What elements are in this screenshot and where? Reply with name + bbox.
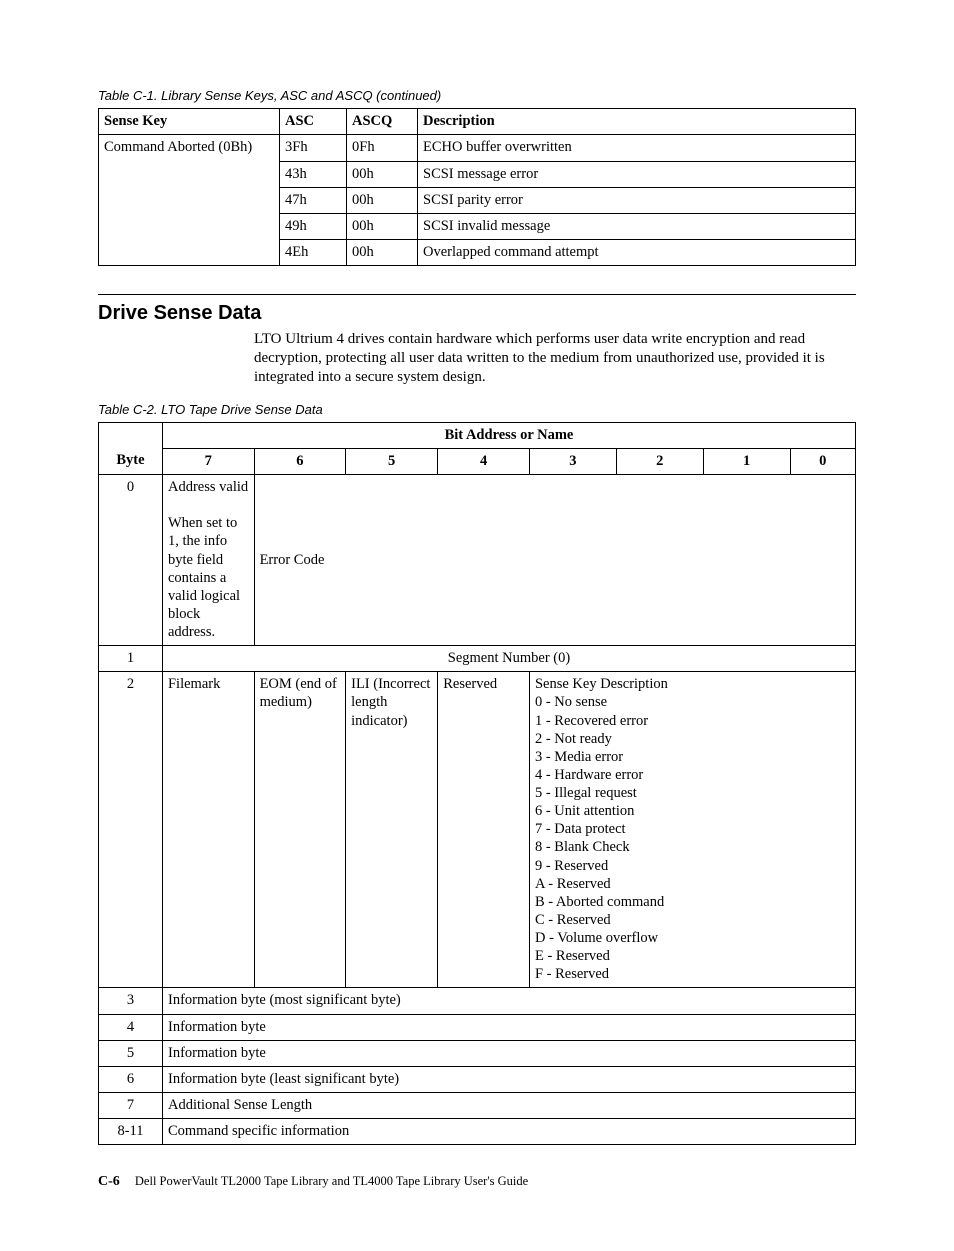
cell-byte: 5 bbox=[99, 1040, 163, 1066]
table1-caption: Table C-1. Library Sense Keys, ASC and A… bbox=[98, 88, 856, 104]
cell-byte: 4 bbox=[99, 1014, 163, 1040]
th-b7: 7 bbox=[162, 448, 254, 474]
cell-sense-key-group: Command Aborted (0Bh) bbox=[99, 135, 280, 266]
table-row: 0 Address valid When set to 1, the info … bbox=[99, 475, 856, 646]
cell-ascq: 00h bbox=[347, 213, 418, 239]
cell-byte: 7 bbox=[99, 1092, 163, 1118]
cell-span: Information byte bbox=[162, 1040, 855, 1066]
table-row: 6 Information byte (least significant by… bbox=[99, 1066, 856, 1092]
page-number: C-6 bbox=[98, 1174, 120, 1189]
table-row: 4 Information byte bbox=[99, 1014, 856, 1040]
page-footer: C-6 Dell PowerVault TL2000 Tape Library … bbox=[98, 1173, 856, 1191]
table-row: 7 Additional Sense Length bbox=[99, 1092, 856, 1118]
table-row: Command Aborted (0Bh) 3Fh 0Fh ECHO buffe… bbox=[99, 135, 856, 161]
cell-filemark: Filemark bbox=[162, 672, 254, 988]
table1: Sense Key ASC ASCQ Description Command A… bbox=[98, 108, 856, 266]
th-b4: 4 bbox=[438, 448, 530, 474]
th-b3: 3 bbox=[529, 448, 616, 474]
th-ascq: ASCQ bbox=[347, 109, 418, 135]
table2-caption: Table C-2. LTO Tape Drive Sense Data bbox=[98, 402, 856, 418]
cell-span: Information byte (least significant byte… bbox=[162, 1066, 855, 1092]
cell-span: Information byte (most significant byte) bbox=[162, 988, 855, 1014]
th-b2: 2 bbox=[616, 448, 703, 474]
cell-byte: 2 bbox=[99, 672, 163, 988]
cell-desc: ECHO buffer overwritten bbox=[418, 135, 856, 161]
th-b5: 5 bbox=[346, 448, 438, 474]
section-paragraph: LTO Ultrium 4 drives contain hardware wh… bbox=[254, 330, 856, 388]
th-sense-key: Sense Key bbox=[99, 109, 280, 135]
th-byte: Byte bbox=[99, 448, 163, 474]
cell-byte: 3 bbox=[99, 988, 163, 1014]
th-b1: 1 bbox=[703, 448, 790, 474]
cell-ascq: 00h bbox=[347, 161, 418, 187]
cell-span: Information byte bbox=[162, 1014, 855, 1040]
cell-span: Additional Sense Length bbox=[162, 1092, 855, 1118]
cell-asc: 4Eh bbox=[280, 239, 347, 265]
cell-segment-number: Segment Number (0) bbox=[162, 646, 855, 672]
table1-header-row: Sense Key ASC ASCQ Description bbox=[99, 109, 856, 135]
cell-sense-key-desc: Sense Key Description 0 - No sense 1 - R… bbox=[529, 672, 855, 988]
table2-header-bits: Byte 7 6 5 4 3 2 1 0 bbox=[99, 448, 856, 474]
th-asc: ASC bbox=[280, 109, 347, 135]
cell-asc: 3Fh bbox=[280, 135, 347, 161]
cell-asc: 49h bbox=[280, 213, 347, 239]
cell-asc: 47h bbox=[280, 187, 347, 213]
cell-ascq: 0Fh bbox=[347, 135, 418, 161]
cell-byte: 0 bbox=[99, 475, 163, 646]
cell-byte: 1 bbox=[99, 646, 163, 672]
cell-reserved: Reserved bbox=[438, 672, 530, 988]
cell-ascq: 00h bbox=[347, 239, 418, 265]
cell-eom: EOM (end of medium) bbox=[254, 672, 346, 988]
table-row: 8-11 Command specific information bbox=[99, 1119, 856, 1145]
table2: Bit Address or Name Byte 7 6 5 4 3 2 1 0… bbox=[98, 422, 856, 1145]
cell-ili: ILI (Incorrect length indicator) bbox=[346, 672, 438, 988]
cell-desc: SCSI parity error bbox=[418, 187, 856, 213]
table-row: 1 Segment Number (0) bbox=[99, 646, 856, 672]
cell-desc: SCSI invalid message bbox=[418, 213, 856, 239]
cell-desc: Overlapped command attempt bbox=[418, 239, 856, 265]
th-desc: Description bbox=[418, 109, 856, 135]
cell-bit7: Address valid When set to 1, the info by… bbox=[162, 475, 254, 646]
cell-asc: 43h bbox=[280, 161, 347, 187]
table2-header-top: Bit Address or Name bbox=[99, 422, 856, 448]
cell-desc: SCSI message error bbox=[418, 161, 856, 187]
table-row: 3 Information byte (most significant byt… bbox=[99, 988, 856, 1014]
th-bit-address: Bit Address or Name bbox=[162, 422, 855, 448]
cell-ascq: 00h bbox=[347, 187, 418, 213]
footer-title: Dell PowerVault TL2000 Tape Library and … bbox=[135, 1174, 528, 1188]
cell-byte: 8-11 bbox=[99, 1119, 163, 1145]
table-row: 5 Information byte bbox=[99, 1040, 856, 1066]
cell-span: Command specific information bbox=[162, 1119, 855, 1145]
th-b0: 0 bbox=[790, 448, 855, 474]
cell-error-code: Error Code bbox=[254, 475, 855, 646]
table-row: 2 Filemark EOM (end of medium) ILI (Inco… bbox=[99, 672, 856, 988]
cell-byte: 6 bbox=[99, 1066, 163, 1092]
section-heading: Drive Sense Data bbox=[98, 294, 856, 326]
th-b6: 6 bbox=[254, 448, 346, 474]
